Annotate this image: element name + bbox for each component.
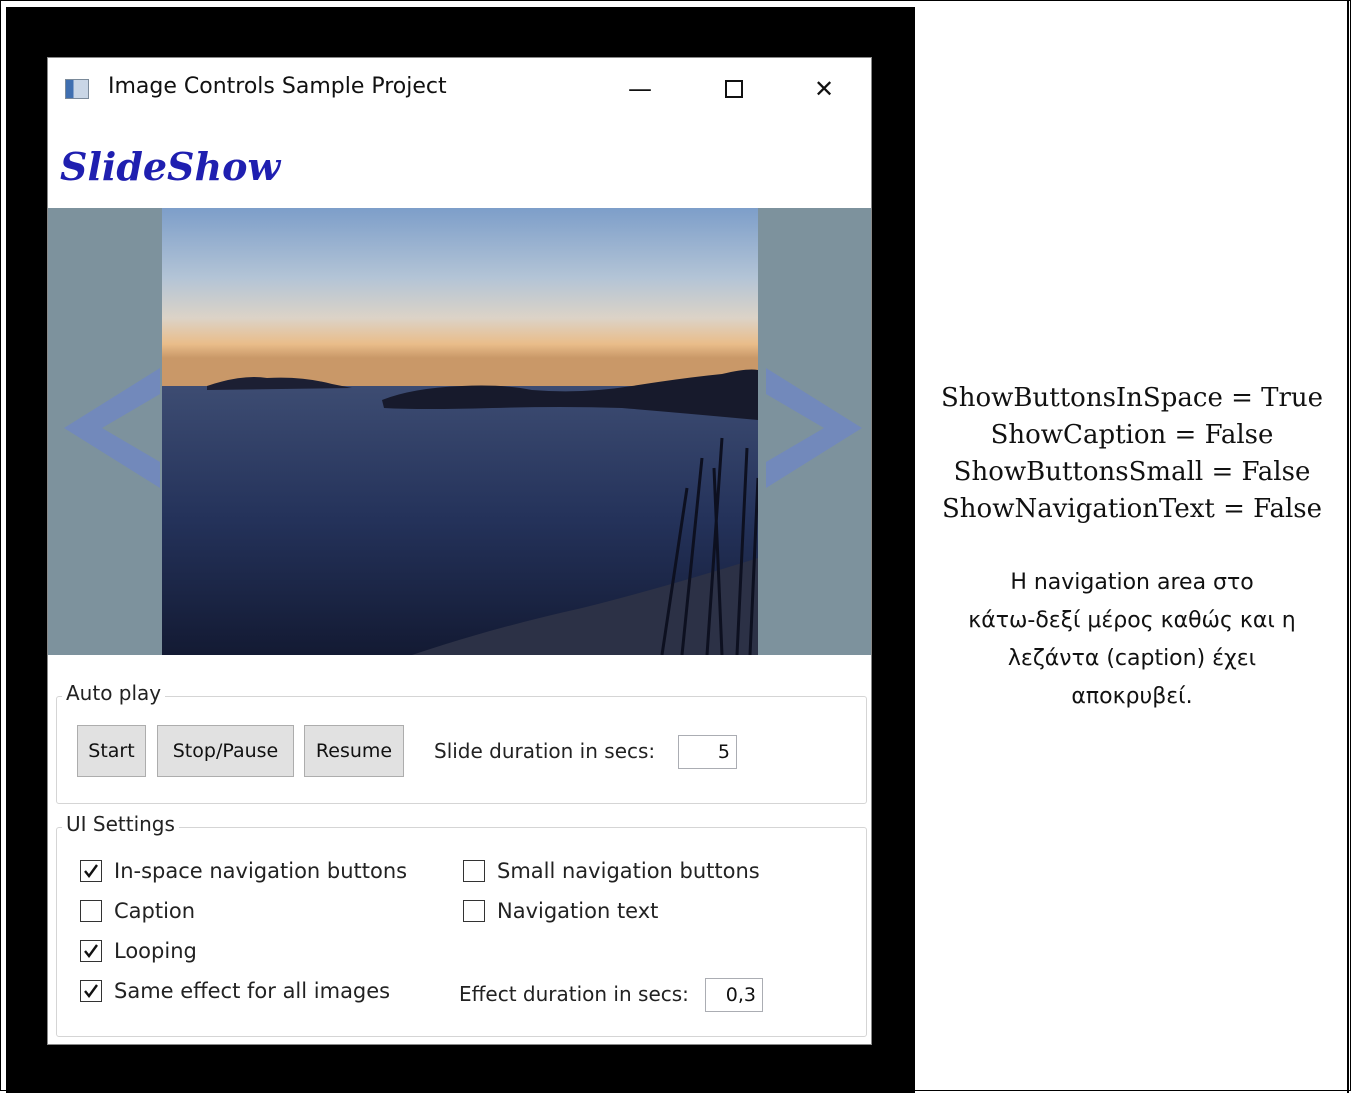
slide-duration-input[interactable]: 5 [678, 735, 737, 769]
start-button[interactable]: Start [77, 725, 146, 777]
maximize-button[interactable] [704, 68, 764, 110]
close-icon: ✕ [813, 75, 835, 103]
property-notes: ShowButtonsInSpace = True ShowCaption = … [918, 380, 1346, 716]
chevron-left-icon [64, 368, 160, 488]
checkbox-label: In-space navigation buttons [114, 859, 408, 883]
note-line: κάτω-δεξί μέρος καθώς και η [968, 608, 1296, 633]
checkbox-in-space-navigation[interactable]: In-space navigation buttons [80, 859, 407, 883]
checkbox-box[interactable] [80, 900, 102, 922]
app-window: Image Controls Sample Project — ✕ SlideS… [47, 57, 872, 1045]
slide-duration-label: Slide duration in secs: [434, 739, 656, 763]
checkbox-box[interactable] [463, 860, 485, 882]
effect-duration-input[interactable]: 0,3 [705, 978, 763, 1012]
checkmark-icon [84, 984, 98, 998]
property-line: ShowButtonsInSpace = True [940, 383, 1324, 413]
previous-slide-button[interactable] [60, 358, 170, 498]
checkbox-box[interactable] [80, 980, 102, 1002]
close-button[interactable]: ✕ [794, 68, 854, 110]
page-divider [1347, 0, 1349, 1093]
checkbox-label: Caption [114, 899, 196, 923]
title-bar[interactable]: Image Controls Sample Project — ✕ [48, 58, 871, 120]
minimize-icon: — [628, 75, 652, 103]
slideshow-heading: SlideShow [60, 144, 281, 189]
effect-duration-label: Effect duration in secs: [459, 982, 689, 1006]
minimize-button[interactable]: — [610, 68, 670, 110]
checkbox-small-navigation[interactable]: Small navigation buttons [463, 859, 760, 883]
stop-pause-button[interactable]: Stop/Pause [157, 725, 294, 777]
app-icon [65, 79, 89, 99]
ui-settings-group-label: UI Settings [62, 812, 179, 836]
checkbox-label: Navigation text [497, 899, 659, 923]
checkbox-box[interactable] [463, 900, 485, 922]
checkbox-label: Small navigation buttons [497, 859, 760, 883]
next-slide-button[interactable] [756, 358, 866, 498]
autoplay-group-label: Auto play [62, 681, 166, 705]
window-title: Image Controls Sample Project [108, 74, 447, 99]
property-line: ShowNavigationText = False [942, 494, 1322, 524]
note-line: αποκρυβεί. [1071, 684, 1193, 709]
checkbox-same-effect[interactable]: Same effect for all images [80, 979, 390, 1003]
checkbox-label: Looping [114, 939, 197, 963]
resume-button[interactable]: Resume [304, 725, 404, 777]
property-line: ShowButtonsSmall = False [953, 457, 1311, 487]
checkbox-navigation-text[interactable]: Navigation text [463, 899, 658, 923]
checkbox-box[interactable] [80, 860, 102, 882]
note-line: λεζάντα (caption) έχει [1007, 646, 1257, 671]
checkbox-looping[interactable]: Looping [80, 939, 197, 963]
slide-image [162, 208, 758, 655]
checkbox-box[interactable] [80, 940, 102, 962]
slideshow-viewer [48, 208, 871, 655]
checkmark-icon [84, 944, 98, 958]
sunset-sea-photo [162, 208, 758, 655]
chevron-right-icon [766, 368, 862, 488]
maximize-icon [725, 80, 743, 98]
note-line: Η navigation area στο [1010, 570, 1254, 595]
checkbox-label: Same effect for all images [114, 979, 391, 1003]
checkbox-caption[interactable]: Caption [80, 899, 195, 923]
explanation-note: Η navigation area στο κάτω-δεξί μέρος κα… [918, 564, 1346, 716]
checkmark-icon [84, 864, 98, 878]
property-line: ShowCaption = False [990, 420, 1274, 450]
